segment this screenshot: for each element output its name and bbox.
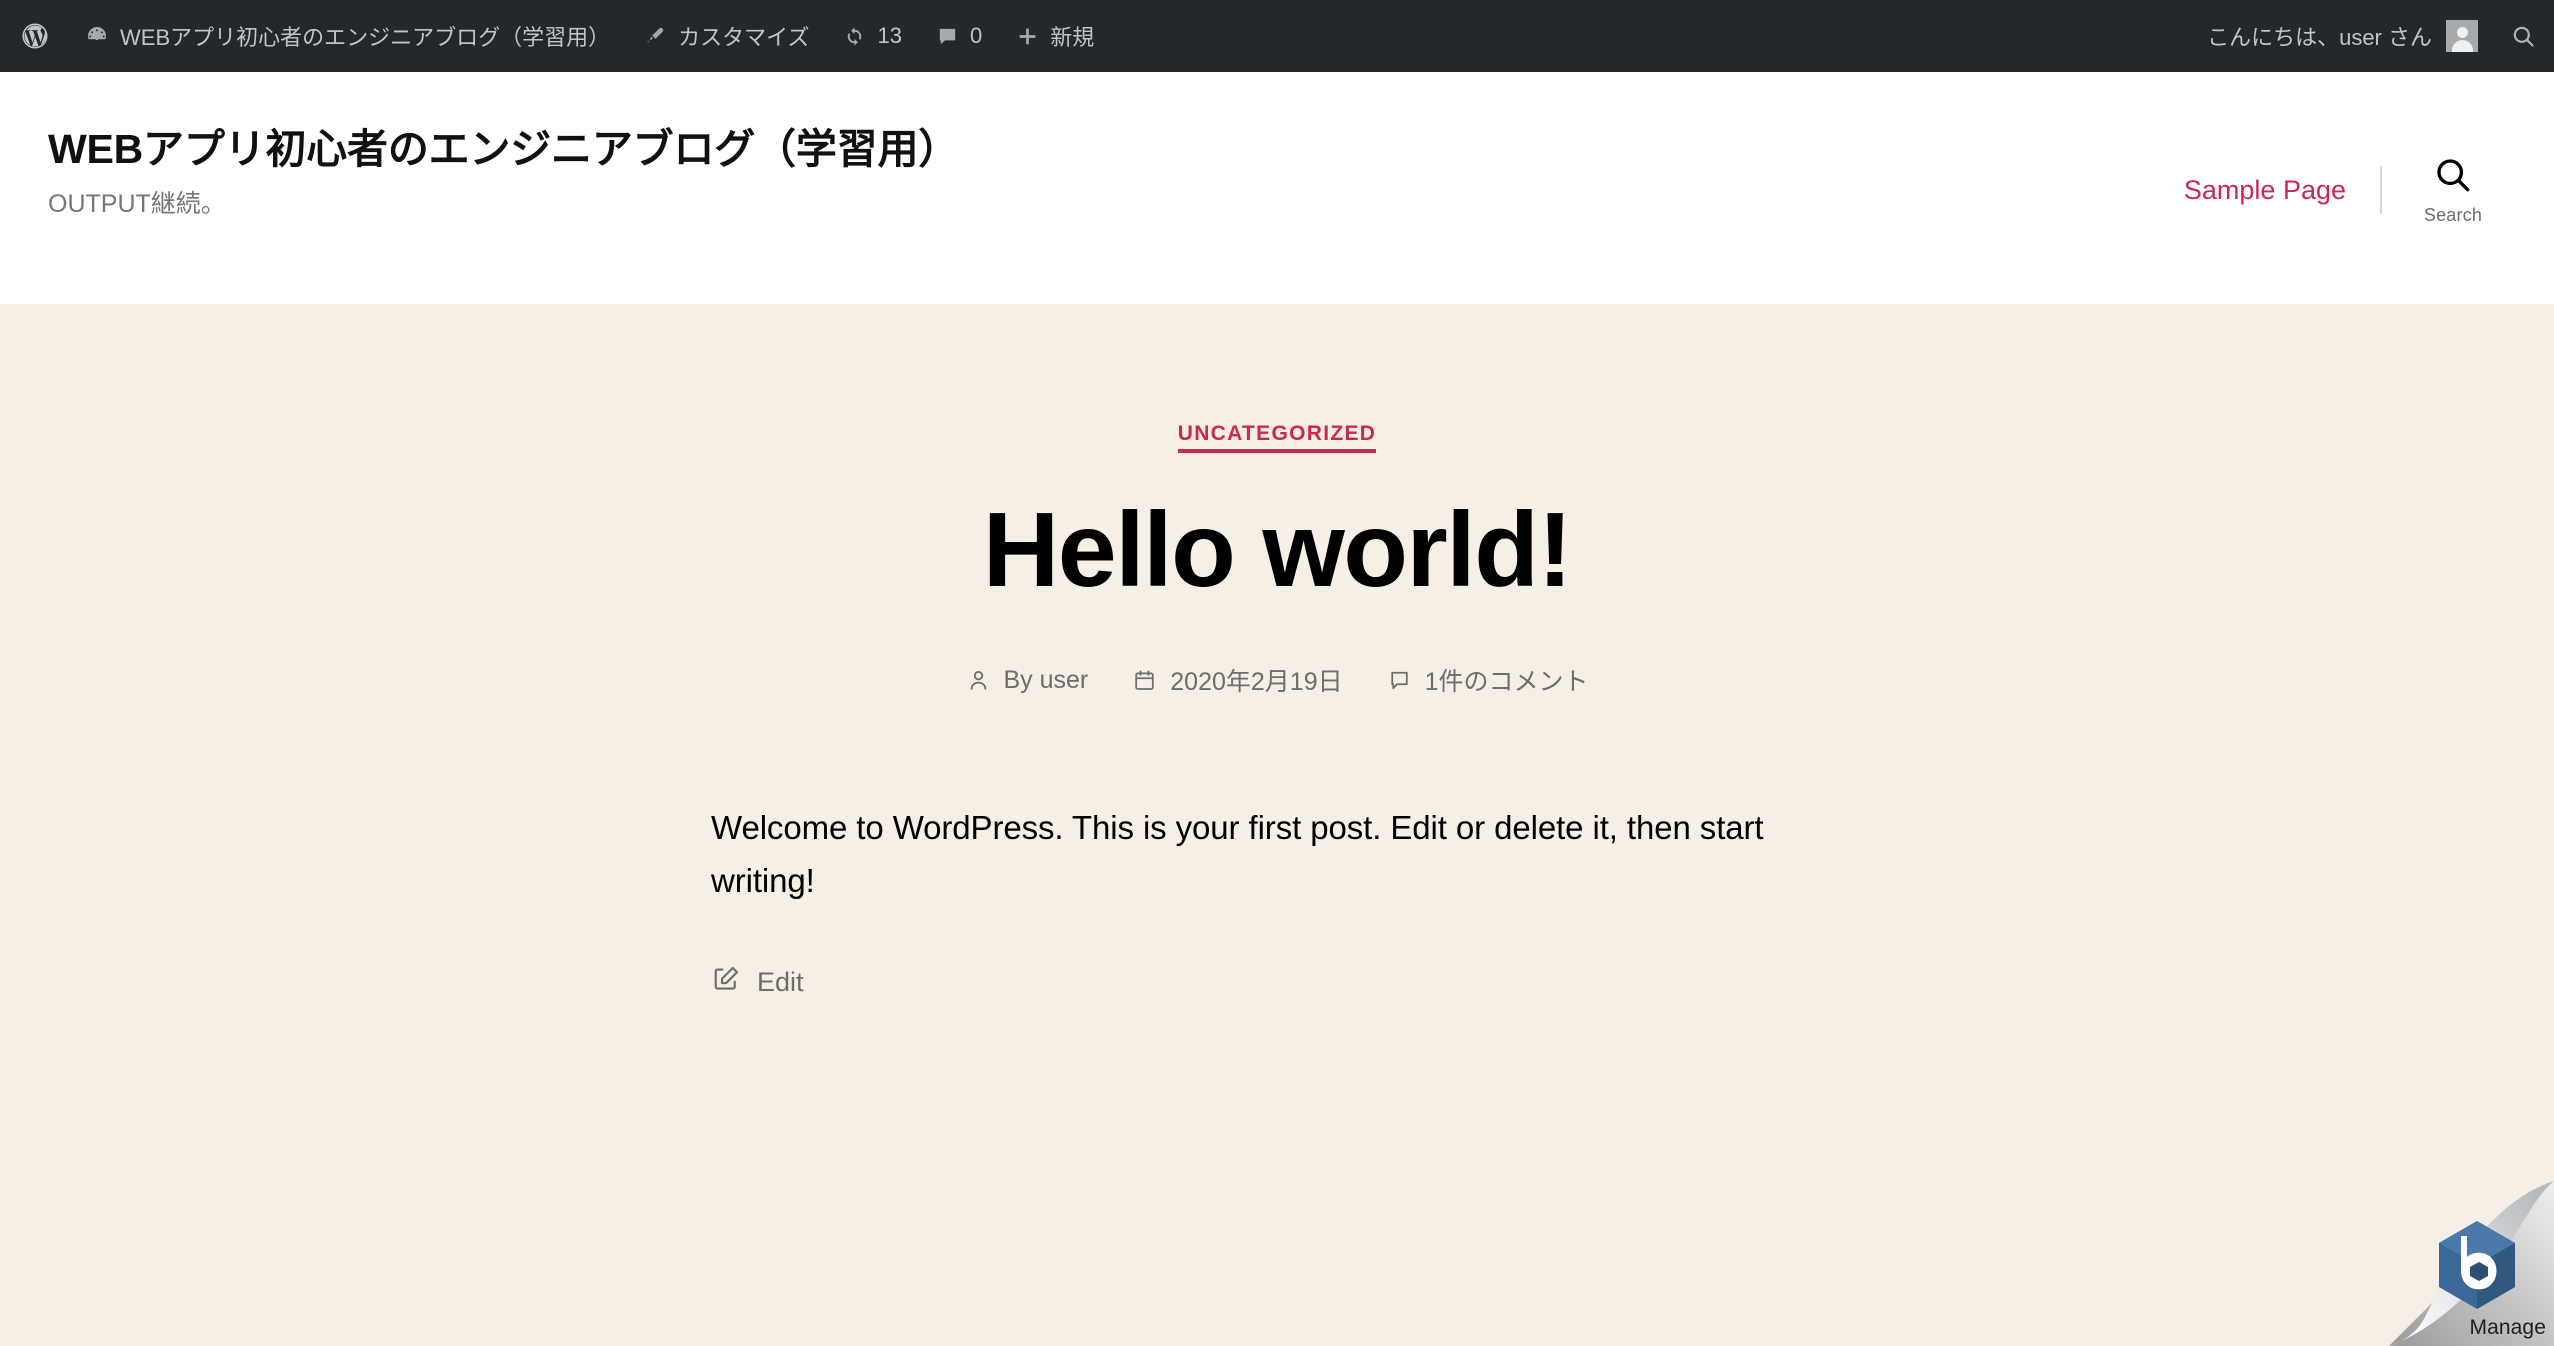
admin-bar-comments[interactable]: 0 <box>919 0 999 72</box>
person-icon <box>966 668 991 693</box>
comment-bubble-icon <box>936 25 959 48</box>
wordpress-logo-icon <box>20 21 50 51</box>
dashboard-speedometer-icon <box>85 24 109 48</box>
post-meta: By user 2020年2月19日 1件のコメント <box>0 662 2554 698</box>
post-date-label: 2020年2月19日 <box>1170 668 1343 697</box>
post-title: Hello world! <box>982 491 1573 609</box>
admin-bar-left-group: WEBアプリ初心者のエンジニアブログ（学習用） カスタマイズ 13 0 新規 <box>0 0 1111 72</box>
admin-bar-site-name[interactable]: WEBアプリ初心者のエンジニアブログ（学習用） <box>68 0 627 72</box>
search-toggle-button[interactable]: Search <box>2400 154 2506 226</box>
post-category-link[interactable]: UNCATEGORIZED <box>1177 422 1377 453</box>
plus-icon <box>1016 25 1039 48</box>
wp-admin-bar: WEBアプリ初心者のエンジニアブログ（学習用） カスタマイズ 13 0 新規 こ… <box>0 0 2554 72</box>
entry-header: UNCATEGORIZED Hello world! By user 2020年… <box>0 422 2554 698</box>
admin-bar-site-name-label: WEBアプリ初心者のエンジニアブログ（学習用） <box>120 25 611 50</box>
bitnami-manage-label: Manage <box>2469 1316 2546 1339</box>
site-header: WEBアプリ初心者のエンジニアブログ（学習用） OUTPUT継続。 Sample… <box>0 72 2554 304</box>
nav-item-sample-page[interactable]: Sample Page <box>2184 175 2380 206</box>
post-comments-label: 1件のコメント <box>1424 668 1589 697</box>
calendar-icon <box>1132 668 1157 693</box>
nav-divider <box>2380 166 2382 214</box>
admin-bar-updates[interactable]: 13 <box>826 0 918 72</box>
post-article: UNCATEGORIZED Hello world! By user 2020年… <box>0 422 2554 1001</box>
admin-bar-comments-count: 0 <box>969 23 983 48</box>
edit-pencil-icon <box>711 964 741 1001</box>
post-author[interactable]: By user <box>966 665 1089 695</box>
admin-bar-updates-count: 13 <box>877 23 902 48</box>
search-icon <box>2432 154 2474 201</box>
wordpress-logo-button[interactable] <box>0 0 68 72</box>
admin-bar-greeting-label: こんにちは、user さん <box>2207 25 2432 50</box>
comment-bubble-icon <box>1387 668 1412 693</box>
avatar <box>2446 20 2478 52</box>
search-toggle-label: Search <box>2423 205 2483 225</box>
admin-bar-new-label: 新規 <box>1050 25 1095 50</box>
paintbrush-icon <box>644 25 667 48</box>
site-branding: WEBアプリ初心者のエンジニアブログ（学習用） OUTPUT継続。 <box>48 124 959 219</box>
post-date[interactable]: 2020年2月19日 <box>1132 662 1343 698</box>
avatar-placeholder-icon <box>2446 20 2478 52</box>
post-edit-label: Edit <box>757 966 804 997</box>
site-content: UNCATEGORIZED Hello world! By user 2020年… <box>0 304 2554 1346</box>
admin-bar-right-group: こんにちは、user さん <box>2190 0 2554 72</box>
primary-navigation: Sample Page Search <box>2184 124 2506 226</box>
post-comments-link[interactable]: 1件のコメント <box>1387 662 1589 698</box>
site-title[interactable]: WEBアプリ初心者のエンジニアブログ（学習用） <box>48 124 959 174</box>
admin-bar-my-account[interactable]: こんにちは、user さん <box>2190 0 2492 72</box>
site-description: OUTPUT継続。 <box>48 190 226 219</box>
post-edit-link[interactable]: Edit <box>711 964 804 1001</box>
post-content: Welcome to WordPress. This is your first… <box>663 698 1891 1001</box>
admin-bar-customize-label: カスタマイズ <box>678 25 810 50</box>
admin-bar-new-content[interactable]: 新規 <box>999 0 1111 72</box>
post-author-label: By user <box>1003 665 1089 694</box>
admin-bar-customize[interactable]: カスタマイズ <box>627 0 826 72</box>
admin-bar-search-button[interactable] <box>2492 0 2554 72</box>
post-body-paragraph: Welcome to WordPress. This is your first… <box>711 809 1764 900</box>
updates-refresh-icon <box>843 25 866 48</box>
search-icon <box>2510 23 2537 50</box>
bitnami-manage-badge[interactable]: Manage <box>2389 1181 2554 1346</box>
